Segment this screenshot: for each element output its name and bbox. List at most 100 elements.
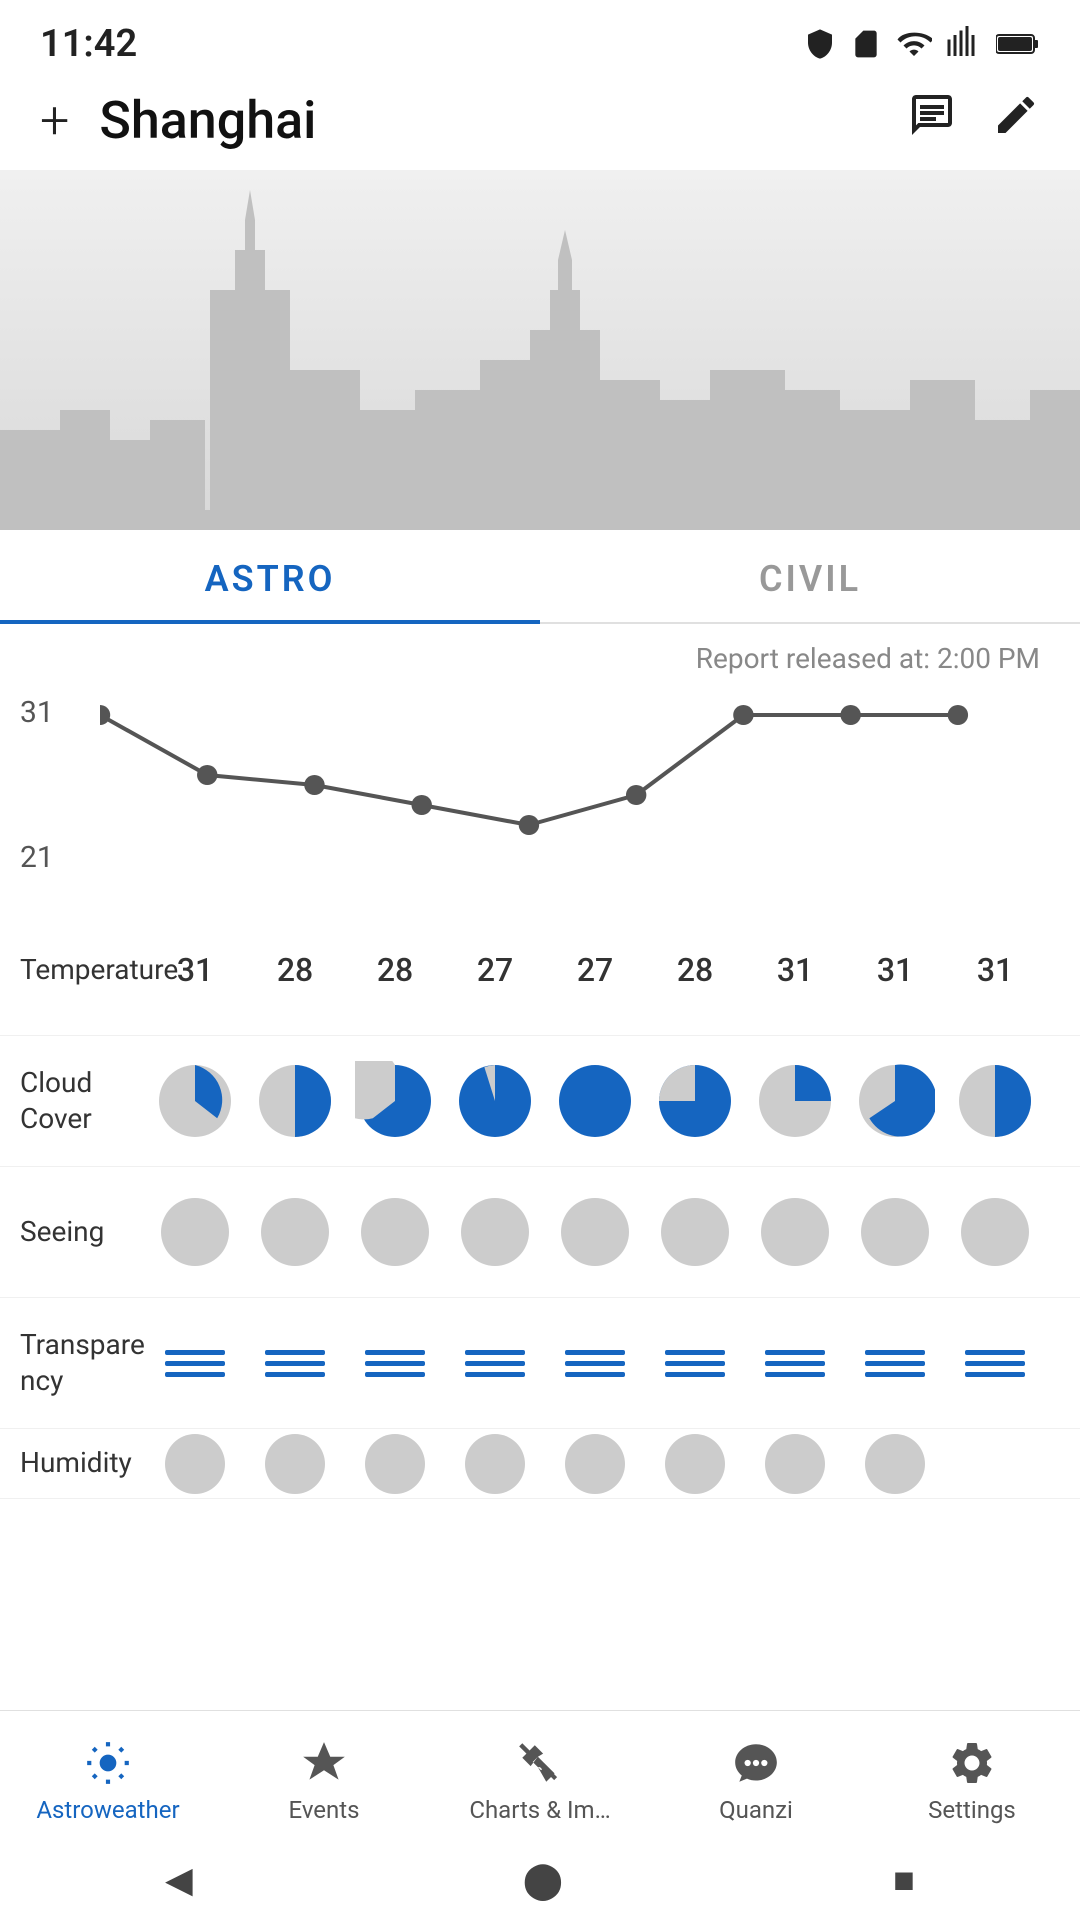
temp-cell-1: 28 <box>245 905 345 1035</box>
cloud-cell-6 <box>745 1036 845 1166</box>
seeing-cell-2 <box>345 1167 445 1297</box>
seeing-row: Seeing <box>0 1167 1080 1298</box>
tab-bar: ASTRO CIVIL <box>0 530 1080 624</box>
temperature-label: Temperature <box>0 942 145 998</box>
cloud-cell-5 <box>645 1036 745 1166</box>
temperature-row: Temperature 31 28 28 27 27 28 31 31 31 <box>0 905 1080 1036</box>
chat-button[interactable] <box>908 91 956 150</box>
humidity-cell-5 <box>645 1429 745 1499</box>
seeing-cell-5 <box>645 1167 745 1297</box>
trans-cell-5 <box>645 1298 745 1428</box>
trans-cell-3 <box>445 1298 545 1428</box>
cloud-cell-7 <box>845 1036 945 1166</box>
transparency-cells <box>145 1298 1080 1428</box>
seeing-cells <box>145 1167 1080 1297</box>
bottom-navigation: Astroweather Events Charts & Im… Quanzi … <box>0 1710 1080 1840</box>
status-bar: 11:42 <box>0 0 1080 80</box>
seeing-cell-1 <box>245 1167 345 1297</box>
nav-quanzi-label: Quanzi <box>719 1796 793 1824</box>
humidity-row: Humidity <box>0 1429 1080 1499</box>
transparency-label: Transparency <box>0 1317 145 1410</box>
temp-cell-2: 28 <box>345 905 445 1035</box>
cloud-cover-cells <box>145 1036 1080 1166</box>
temp-cell-4: 27 <box>545 905 645 1035</box>
nav-quanzi[interactable]: Quanzi <box>648 1738 864 1824</box>
recent-button[interactable]: ■ <box>893 1859 915 1901</box>
tab-astro[interactable]: ASTRO <box>0 530 540 622</box>
cloud-cell-1 <box>245 1036 345 1166</box>
humidity-cell-1 <box>245 1429 345 1499</box>
add-button[interactable]: + <box>40 90 69 151</box>
nav-astroweather-label: Astroweather <box>36 1796 179 1824</box>
humidity-cells <box>145 1429 1080 1499</box>
humidity-cell-2 <box>345 1429 445 1499</box>
cloud-cell-2 <box>345 1036 445 1166</box>
temp-cell-3: 27 <box>445 905 545 1035</box>
trans-cell-6 <box>745 1298 845 1428</box>
tab-civil[interactable]: CIVIL <box>540 530 1080 622</box>
sim-icon <box>850 28 882 60</box>
seeing-cell-0 <box>145 1167 245 1297</box>
seeing-cell-7 <box>845 1167 945 1297</box>
gear-icon <box>947 1738 997 1788</box>
transparency-row: Transparency <box>0 1298 1080 1429</box>
nav-astroweather[interactable]: Astroweather <box>0 1738 216 1824</box>
header-actions <box>908 91 1040 150</box>
skyline-image <box>0 170 1080 530</box>
cloud-cell-4 <box>545 1036 645 1166</box>
back-button[interactable]: ◀ <box>165 1859 193 1901</box>
temp-cell-7: 31 <box>845 905 945 1035</box>
trans-cell-8 <box>945 1298 1045 1428</box>
page-title: Shanghai <box>99 90 908 151</box>
trans-cell-2 <box>345 1298 445 1428</box>
status-time: 11:42 <box>40 22 137 66</box>
chart-y-max: 31 <box>20 695 54 730</box>
trans-cell-1 <box>245 1298 345 1428</box>
chart-y-min: 21 <box>20 840 54 875</box>
home-button[interactable]: ⬤ <box>523 1859 563 1901</box>
humidity-cell-4 <box>545 1429 645 1499</box>
humidity-label: Humidity <box>0 1435 145 1491</box>
nav-events-label: Events <box>288 1796 359 1824</box>
cloud-cell-8 <box>945 1036 1045 1166</box>
temp-cell-8: 31 <box>945 905 1045 1035</box>
sun-icon <box>83 1738 133 1788</box>
cloud-cell-3 <box>445 1036 545 1166</box>
humidity-cell-0 <box>145 1429 245 1499</box>
cloud-cell-0 <box>145 1036 245 1166</box>
edit-button[interactable] <box>992 91 1040 150</box>
header: + Shanghai <box>0 80 1080 170</box>
nav-charts-label: Charts & Im… <box>469 1796 610 1824</box>
system-navigation: ◀ ⬤ ■ <box>0 1840 1080 1920</box>
humidity-cell-7 <box>845 1429 945 1499</box>
cloud-cover-row: CloudCover <box>0 1036 1080 1167</box>
temperature-chart: 31 21 <box>0 685 1080 905</box>
star-icon <box>299 1738 349 1788</box>
nav-charts[interactable]: Charts & Im… <box>432 1738 648 1824</box>
wifi-icon <box>896 26 932 62</box>
battery-icon <box>996 29 1040 59</box>
signal-icon <box>946 26 982 62</box>
report-released: Report released at: 2:00 PM <box>0 624 1080 685</box>
trans-cell-7 <box>845 1298 945 1428</box>
temp-cell-5: 28 <box>645 905 745 1035</box>
temp-cell-6: 31 <box>745 905 845 1035</box>
humidity-cell-6 <box>745 1429 845 1499</box>
satellite-icon <box>515 1738 565 1788</box>
humidity-cell-3 <box>445 1429 545 1499</box>
nav-settings[interactable]: Settings <box>864 1738 1080 1824</box>
status-icons <box>804 26 1040 62</box>
seeing-label: Seeing <box>0 1204 145 1260</box>
nav-events[interactable]: Events <box>216 1738 432 1824</box>
cloud-cover-label: CloudCover <box>0 1055 145 1148</box>
temp-cell-0: 31 <box>145 905 245 1035</box>
seeing-cell-4 <box>545 1167 645 1297</box>
data-table: Temperature 31 28 28 27 27 28 31 31 31 C… <box>0 905 1080 1499</box>
trans-cell-0 <box>145 1298 245 1428</box>
seeing-cell-3 <box>445 1167 545 1297</box>
shield-icon <box>804 28 836 60</box>
temperature-cells: 31 28 28 27 27 28 31 31 31 <box>145 905 1080 1035</box>
chat-bubble-icon <box>731 1738 781 1788</box>
seeing-cell-8 <box>945 1167 1045 1297</box>
nav-settings-label: Settings <box>928 1796 1016 1824</box>
